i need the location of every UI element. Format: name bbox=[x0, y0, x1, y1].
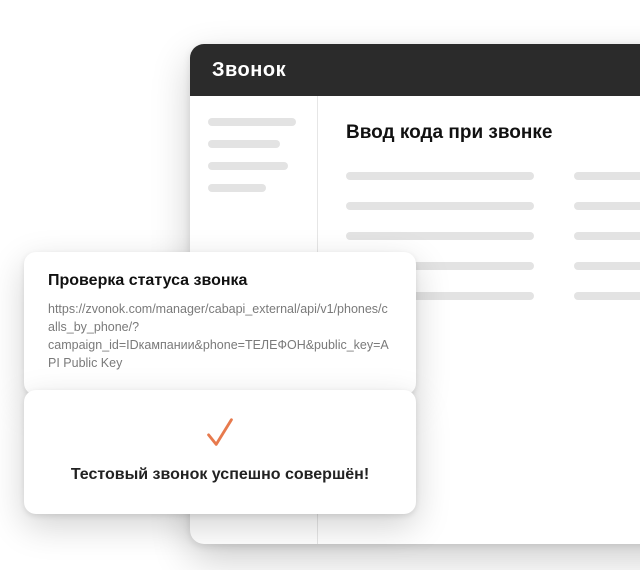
placeholder-row bbox=[346, 172, 640, 180]
placeholder-cell bbox=[574, 232, 640, 240]
placeholder-cell bbox=[574, 292, 640, 300]
status-check-url[interactable]: https://zvonok.com/manager/cabapi_extern… bbox=[48, 300, 392, 373]
placeholder-cell bbox=[346, 202, 534, 210]
placeholder-cell bbox=[574, 202, 640, 210]
success-message: Тестовый звонок успешно совершён! bbox=[71, 466, 369, 484]
titlebar: Звонок bbox=[190, 44, 640, 96]
sidebar-item[interactable] bbox=[208, 162, 288, 170]
brand-logo: Звонок bbox=[212, 59, 286, 82]
page-title: Ввод кода при звонке bbox=[346, 122, 640, 144]
placeholder-cell bbox=[574, 262, 640, 270]
success-card: Тестовый звонок успешно совершён! bbox=[24, 390, 416, 514]
placeholder-cell bbox=[346, 172, 534, 180]
placeholder-cell bbox=[346, 232, 534, 240]
sidebar-item[interactable] bbox=[208, 140, 280, 148]
sidebar-item[interactable] bbox=[208, 184, 266, 192]
placeholder-row bbox=[346, 232, 640, 240]
check-icon bbox=[201, 414, 239, 452]
placeholder-row bbox=[346, 202, 640, 210]
status-check-title: Проверка статуса звонка bbox=[48, 272, 392, 290]
status-check-card: Проверка статуса звонка https://zvonok.c… bbox=[24, 252, 416, 395]
sidebar-item[interactable] bbox=[208, 118, 296, 126]
placeholder-cell bbox=[574, 172, 640, 180]
